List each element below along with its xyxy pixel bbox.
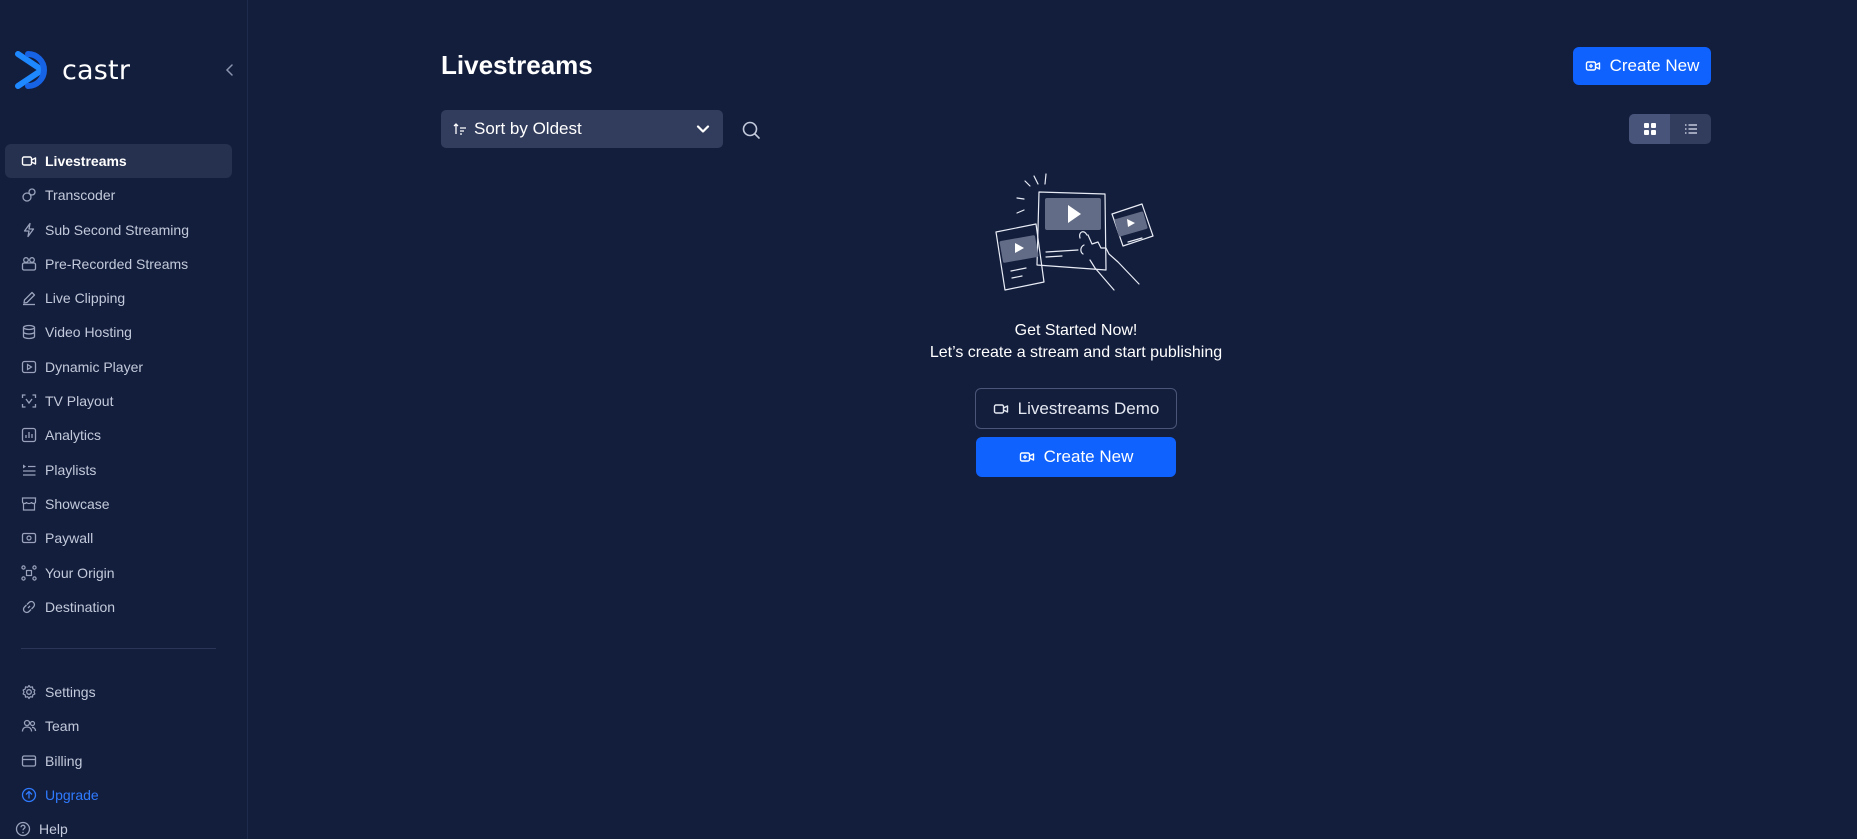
livestreams-demo-button[interactable]: Livestreams Demo: [975, 388, 1177, 429]
sidebar-item-label: Showcase: [45, 495, 110, 512]
sidebar-item-transcoder[interactable]: Transcoder: [5, 178, 232, 212]
empty-state-illustration: [995, 173, 1154, 291]
sidebar-item-destination[interactable]: Destination: [5, 590, 232, 624]
upgrade-icon: [21, 787, 37, 803]
livestreams-demo-label: Livestreams Demo: [1017, 398, 1160, 418]
sidebar-item-tv-playout[interactable]: TV Playout: [5, 384, 232, 418]
castr-logo-icon: [15, 51, 47, 89]
sidebar-item-label: Live Clipping: [45, 290, 126, 307]
sidebar-item-video-hosting[interactable]: Video Hosting: [5, 315, 232, 349]
sidebar-item-label: Team: [45, 718, 80, 735]
create-new-label: Create New: [1043, 447, 1134, 466]
list-view-button[interactable]: [1670, 114, 1711, 144]
sidebar-item-label: Pre-Recorded Streams: [45, 255, 189, 272]
sidebar-item-analytics[interactable]: Analytics: [5, 418, 232, 452]
page-title: Livestreams: [441, 50, 593, 80]
sidebar-item-dynamic-player[interactable]: Dynamic Player: [5, 350, 232, 384]
chevron-down-icon: [695, 121, 711, 137]
store-icon: [21, 496, 37, 512]
sort-icon: [453, 122, 467, 136]
pen-icon: [21, 290, 37, 306]
sidebar-item-label: Playlists: [45, 461, 97, 478]
money-icon: [21, 530, 37, 546]
lightning-icon: [21, 222, 37, 238]
list-icon: [1684, 124, 1697, 134]
sidebar-item-label: TV Playout: [45, 393, 114, 410]
card-icon: [21, 753, 37, 769]
search-button[interactable]: [740, 119, 762, 141]
link-icon: [21, 599, 37, 615]
sidebar-item-label: Settings: [45, 684, 96, 700]
empty-state-subtitle: Let’s create a stream and start publishi…: [929, 344, 1223, 361]
team-icon: [21, 718, 37, 734]
create-new-label: Create New: [1609, 56, 1700, 75]
empty-state-title: Get Started Now!: [1014, 322, 1138, 339]
view-toggle: [1629, 114, 1711, 144]
sidebar-item-label: Transcoder: [45, 187, 116, 204]
transcoder-icon: [21, 187, 37, 203]
playlist-icon: [21, 462, 37, 478]
search-icon: [742, 121, 760, 139]
sidebar-item-label: Your Origin: [45, 564, 115, 581]
chevron-left-icon: [225, 64, 233, 76]
sidebar-item-upgrade[interactable]: Upgrade: [5, 778, 232, 812]
sidebar-item-label: Livestreams: [45, 153, 127, 169]
sidebar-item-label: Dynamic Player: [45, 358, 144, 375]
sidebar-item-paywall[interactable]: Paywall: [5, 521, 232, 555]
sort-dropdown[interactable]: Sort by Oldest: [441, 110, 723, 148]
gear-icon: [21, 684, 37, 700]
sidebar-item-livestreams[interactable]: Livestreams: [5, 144, 232, 178]
sidebar-item-playlists[interactable]: Playlists: [5, 453, 232, 487]
video-camera-icon: [993, 401, 1009, 417]
empty-state-create-new-button[interactable]: Create New: [976, 437, 1176, 477]
play-box-icon: [21, 359, 37, 375]
tv-playout-icon: [21, 393, 37, 409]
database-icon: [21, 324, 37, 340]
video-camera-icon: [21, 153, 37, 169]
sidebar: castr Livestreams Transcoder Sub Second …: [0, 0, 248, 839]
sidebar-item-your-origin[interactable]: Your Origin: [5, 556, 232, 590]
sidebar-item-live-clipping[interactable]: Live Clipping: [5, 281, 232, 315]
sidebar-item-label: Sub Second Streaming: [45, 221, 189, 238]
castr-logo[interactable]: castr: [12, 50, 130, 90]
sidebar-item-label: Destination: [45, 598, 116, 615]
sidebar-item-settings[interactable]: Settings: [5, 675, 232, 709]
sort-label: Sort by Oldest: [474, 119, 582, 138]
sidebar-item-label: Paywall: [45, 530, 94, 547]
grid-view-button[interactable]: [1629, 114, 1670, 144]
grid-icon: [1643, 123, 1656, 135]
sidebar-item-label: Help: [39, 821, 68, 838]
origin-icon: [21, 564, 37, 581]
collapse-sidebar-button[interactable]: [222, 62, 238, 78]
create-new-button[interactable]: Create New: [1573, 47, 1711, 85]
sidebar-item-label: Upgrade: [45, 786, 99, 803]
sidebar-item-billing[interactable]: Billing: [5, 744, 232, 778]
sidebar-item-label: Billing: [45, 752, 83, 769]
sidebar-item-label: Analytics: [45, 427, 102, 444]
sidebar-item-help[interactable]: Help: [0, 812, 232, 839]
sidebar-item-team[interactable]: Team: [5, 709, 232, 743]
sidebar-divider: [21, 648, 216, 649]
video-add-icon: [1019, 449, 1035, 465]
main-nav: Livestreams Transcoder Sub Second Stream…: [5, 144, 232, 624]
sidebar-item-pre-recorded-streams[interactable]: Pre-Recorded Streams: [5, 247, 232, 281]
sidebar-item-label: Video Hosting: [45, 324, 132, 341]
sidebar-item-sub-second-streaming[interactable]: Sub Second Streaming: [5, 213, 232, 247]
brand-name: castr: [62, 54, 131, 86]
help-icon: [15, 821, 31, 837]
secondary-nav: Settings Team Billing Upgrade Help: [5, 675, 232, 839]
video-add-icon: [1585, 58, 1601, 74]
analytics-icon: [21, 427, 37, 443]
sidebar-item-showcase[interactable]: Showcase: [5, 487, 232, 521]
pre-recorded-icon: [21, 256, 37, 272]
